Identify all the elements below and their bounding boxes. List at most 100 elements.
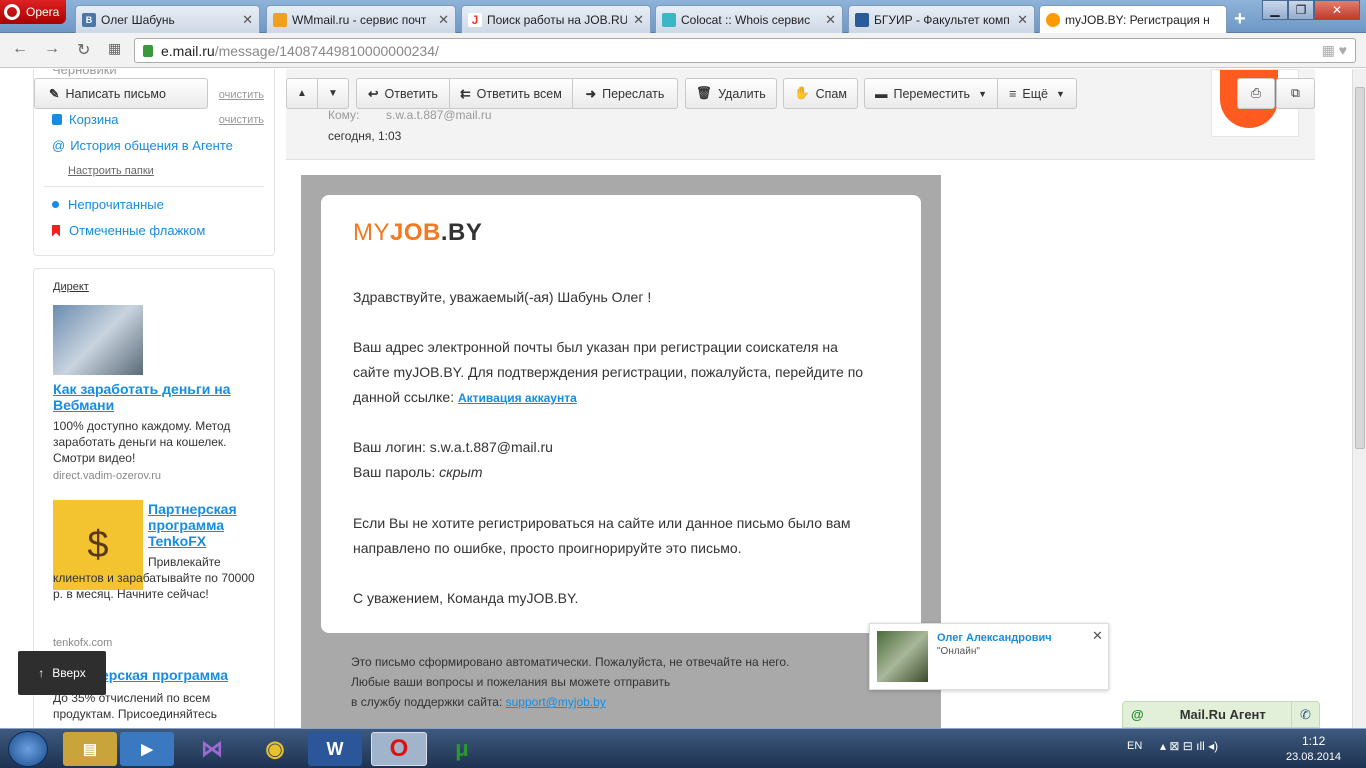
page-scrollbar[interactable] [1352,69,1366,728]
clock-time[interactable]: 1:12 [1302,734,1325,748]
speed-dial-grid-icon[interactable]: ▦ [108,40,121,57]
clear-trash-link[interactable]: очистить [219,114,264,126]
email-footer-line: Любые ваши вопросы и пожелания вы можете… [351,675,671,689]
arrow-up-icon: ↑ [38,666,45,680]
scrollbar-thumb[interactable] [1355,87,1365,449]
bsuir-icon [855,12,869,27]
thumbs-down-icon: ✋ [794,86,810,100]
tray-icons[interactable]: ▴ ⊠ ⊟ ıll ◂) [1160,739,1218,753]
jobru-icon: J [468,12,482,27]
flag-icon [52,224,60,237]
close-tab-icon[interactable]: ✕ [633,12,644,28]
notification-contact-name[interactable]: Олег Александрович [937,632,1052,644]
chrome-icon[interactable]: ◉ [248,732,302,766]
forward-button[interactable]: ➜ Переслать [572,78,678,109]
close-tab-icon[interactable]: ✕ [825,12,836,28]
close-tab-icon[interactable]: ✕ [242,12,253,28]
maximize-window-button[interactable]: ❐ [1288,0,1314,20]
email-signature: С уважением, Команда myJOB.BY. [353,590,579,606]
opera-menu-button[interactable]: Opera [0,0,66,24]
chevron-down-icon: ▼ [978,88,987,99]
close-icon[interactable]: ✕ [1092,628,1103,644]
menu-lines-icon: ≡ [1009,86,1017,101]
phone-icon[interactable]: ✆ [1291,702,1319,728]
triangle-down-icon: ▼ [328,88,338,99]
printer-icon: ⎙ [1250,86,1261,100]
secure-lock-icon [143,44,153,57]
tab-jobru[interactable]: J Поиск работы на JOB.RU ✕ [461,5,651,33]
move-button[interactable]: ▬ Переместить ▼ [864,78,998,109]
email-footer-line: в службу поддержки сайта: support@myjob.… [351,695,606,709]
spam-button[interactable]: ✋ Спам [783,78,858,109]
folder-agent-history[interactable]: @ История общения в Агенте [52,138,233,153]
new-tab-plus-icon[interactable]: + [1234,8,1246,31]
agent-notification[interactable]: Олег Александрович "Онлайн" ✕ [869,623,1109,690]
folder-icon: ▬ [874,86,888,101]
at-icon: @ [52,138,66,153]
filter-unread[interactable]: Непрочитанные [52,197,164,212]
email-paragraph-line: сайте myJOB.BY. Для подтверждения регист… [353,364,864,380]
activation-link[interactable]: Активация аккаунта [458,391,577,405]
close-tab-icon[interactable]: ✕ [438,12,449,28]
back-arrow-icon[interactable]: ← [12,40,28,58]
forward-arrow-icon[interactable]: → [44,40,60,58]
reply-all-button[interactable]: ⇇ Ответить всем [449,78,573,109]
address-bar-row: ← → ↻ ▦ e.mail.ru /message/1408744981000… [0,33,1366,68]
delete-button[interactable]: 🗑 Удалить [685,78,777,109]
media-player-icon[interactable]: ▶ [120,732,174,766]
print-button[interactable]: ⎙ [1237,78,1275,109]
unread-dot-icon [52,201,59,208]
clock-date[interactable]: 23.08.2014 [1286,751,1341,763]
tab-vk[interactable]: B Олег Шабунь ✕ [75,5,260,33]
mailru-icon [1046,13,1060,27]
tab-colocat[interactable]: Colocat :: Whois сервис ✕ [655,5,843,33]
email-paragraph-line: данной ссылке: Активация аккаунта [353,389,577,405]
to-value[interactable]: s.w.a.t.887@mail.ru [386,108,492,122]
bookmark-heart-icon[interactable]: ▦ ♥ [1322,42,1347,59]
window-toggle-button[interactable]: ⧉ [1276,78,1315,109]
opera-taskbar-icon[interactable]: O [371,732,427,766]
clear-drafts-link[interactable]: очистить [219,89,264,101]
more-button[interactable]: ≡ Ещё ▼ [997,78,1077,109]
ad1-text: 100% доступно каждому. Метод заработать … [53,419,231,465]
setup-folders-link[interactable]: Настроить папки [68,165,154,177]
mailru-agent-bar[interactable]: @ Mail.Ru Агент ✆ [1122,701,1320,728]
scroll-up-button[interactable]: ↑ Вверх [18,651,106,695]
triangle-up-icon: ▲ [297,88,307,99]
ad1-image[interactable] [53,305,143,375]
ad2-title-link[interactable]: Партнерская программа TenkoFX [148,501,258,549]
folder-drafts[interactable]: Черновики [52,69,117,77]
pencil-icon: ✎ [49,87,60,101]
tab-wmmail[interactable]: WMmail.ru - сервис почт ✕ [266,5,456,33]
popout-icon: ⧉ [1291,86,1300,100]
reload-icon[interactable]: ↻ [77,40,90,60]
filter-flagged[interactable]: Отмеченные флажком [52,223,205,238]
support-email-link[interactable]: support@myjob.by [506,695,606,709]
login-line: Ваш логин: s.w.a.t.887@mail.ru [353,439,553,455]
tab-bsuir[interactable]: БГУИР - Факультет комп ✕ [848,5,1035,33]
language-indicator[interactable]: EN [1127,740,1142,752]
url-input[interactable]: e.mail.ru /message/14087449810000000234/… [134,38,1356,63]
visual-studio-icon[interactable]: ⋈ [185,732,239,766]
reply-icon: ↩ [368,87,379,101]
reply-button[interactable]: ↩ Ответить [356,78,450,109]
close-window-button[interactable]: ✕ [1314,0,1360,20]
email-footer-line: Это письмо сформировано автоматически. П… [351,655,790,669]
tab-myjob-active[interactable]: myJOB.BY: Регистрация н [1039,5,1227,34]
myjob-logo: MYJOB.BY [353,219,483,246]
utorrent-icon[interactable]: μ [435,732,489,766]
compose-button[interactable]: ✎ Написать письмо [34,78,208,109]
folder-trash[interactable]: Корзина [52,112,119,127]
direct-label[interactable]: Директ [53,281,89,293]
minimize-window-button[interactable]: ▁ [1262,0,1288,20]
explorer-icon[interactable]: ▤ [63,732,117,766]
avatar [877,631,928,682]
prev-message-button[interactable]: ▲ [286,78,318,109]
next-message-button[interactable]: ▼ [317,78,349,109]
word-icon[interactable]: W [308,732,362,766]
close-tab-icon[interactable]: ✕ [1017,12,1028,28]
trash-icon: 🗑 [696,86,713,100]
start-button-icon[interactable] [8,731,48,767]
ad1-title-link[interactable]: Как заработать деньги на Вебмани [53,381,233,413]
mail-page: Черновики очистить Корзина очистить @ Ис… [0,69,1352,728]
